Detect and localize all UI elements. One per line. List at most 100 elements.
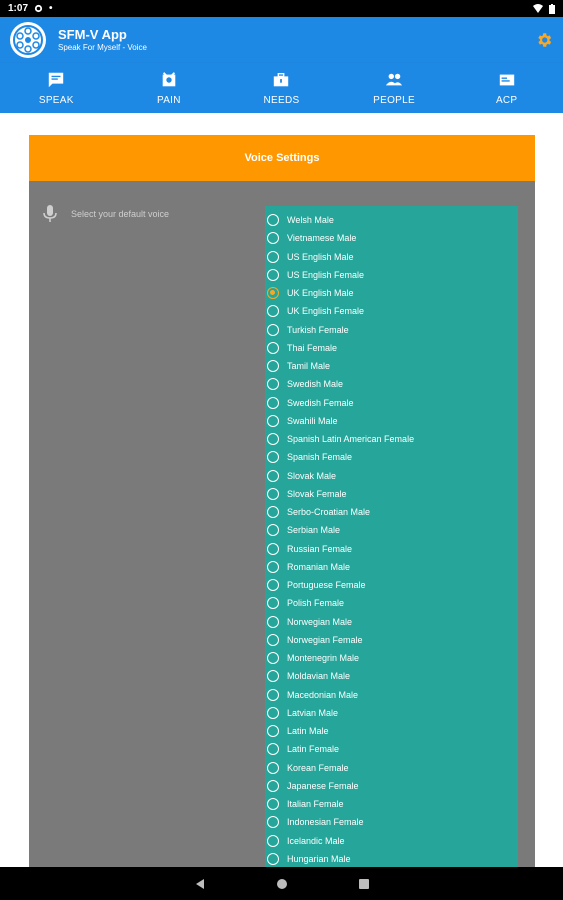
voice-option[interactable]: Swedish Female	[265, 394, 518, 412]
voice-option[interactable]: US English Female	[265, 266, 518, 284]
voice-option-label: Norwegian Female	[287, 634, 363, 645]
radio-button[interactable]	[267, 615, 279, 628]
voice-option-label: Turkish Female	[287, 324, 349, 335]
voice-option[interactable]: US English Male	[265, 248, 518, 266]
pain-icon	[162, 71, 176, 86]
radio-button[interactable]	[267, 560, 279, 573]
radio-button[interactable]	[267, 706, 279, 719]
tab-bar: SPEAK PAIN NEEDS PEOPLE ACP	[0, 63, 563, 113]
voice-option[interactable]: Spanish Latin American Female	[265, 430, 518, 448]
voice-option-label: Swedish Male	[287, 379, 344, 390]
voice-option[interactable]: Spanish Female	[265, 448, 518, 466]
voice-option[interactable]: Moldavian Male	[265, 667, 518, 685]
radio-button[interactable]	[267, 652, 279, 665]
voice-label-row: Select your default voice	[43, 205, 169, 223]
radio-button[interactable]	[267, 798, 279, 811]
radio-button[interactable]	[267, 396, 279, 409]
voice-option[interactable]: Japanese Female	[265, 777, 518, 795]
voice-option[interactable]: UK English Male	[265, 284, 518, 302]
radio-button[interactable]	[267, 214, 279, 227]
tab-pain[interactable]: PAIN	[113, 63, 226, 113]
voice-option[interactable]: Swedish Male	[265, 375, 518, 393]
voice-option-label: Japanese Female	[287, 780, 359, 791]
voice-option[interactable]: Thai Female	[265, 339, 518, 357]
radio-button[interactable]	[267, 597, 279, 610]
voice-option-label: Slovak Male	[287, 470, 337, 481]
voice-option-label: Korean Female	[287, 762, 349, 773]
tab-speak[interactable]: SPEAK	[0, 63, 113, 113]
voice-option[interactable]: Icelandic Male	[265, 832, 518, 850]
voice-option[interactable]: Polish Female	[265, 594, 518, 612]
radio-button[interactable]	[267, 688, 279, 701]
radio-button[interactable]	[267, 670, 279, 683]
radio-button[interactable]	[267, 524, 279, 537]
radio-button[interactable]	[267, 268, 279, 281]
radio-button[interactable]	[267, 323, 279, 336]
voice-option-label: Vietnamese Male	[287, 233, 357, 244]
voice-option[interactable]: Hungarian Male	[265, 850, 518, 867]
voice-option[interactable]: Latin Male	[265, 722, 518, 740]
voice-option[interactable]: Indonesian Female	[265, 813, 518, 831]
tab-acp[interactable]: ACP	[450, 63, 563, 113]
radio-button[interactable]	[267, 506, 279, 519]
voice-option[interactable]: Latin Female	[265, 740, 518, 758]
voice-option-label: US English Female	[287, 269, 365, 280]
radio-button[interactable]	[267, 487, 279, 500]
radio-button[interactable]	[267, 633, 279, 646]
radio-button[interactable]	[267, 743, 279, 756]
radio-button[interactable]	[267, 761, 279, 774]
voice-option-label: Serbo-Croatian Male	[287, 507, 371, 518]
radio-button[interactable]	[267, 305, 279, 318]
radio-button[interactable]	[267, 451, 279, 464]
radio-button[interactable]	[267, 816, 279, 829]
radio-button[interactable]	[267, 725, 279, 738]
voice-option[interactable]: Serbian Male	[265, 521, 518, 539]
radio-button[interactable]	[267, 250, 279, 263]
voice-option[interactable]: Turkish Female	[265, 321, 518, 339]
radio-button[interactable]	[267, 834, 279, 847]
voice-settings-title: Voice Settings	[29, 135, 535, 181]
radio-button[interactable]	[267, 341, 279, 354]
recents-icon[interactable]	[358, 878, 370, 890]
voice-option-label: UK English Female	[287, 306, 365, 317]
back-icon[interactable]	[194, 878, 206, 890]
radio-button[interactable]	[267, 232, 279, 245]
tab-needs[interactable]: NEEDS	[225, 63, 338, 113]
settings-gear-icon[interactable]	[535, 31, 553, 49]
voice-option[interactable]: Norwegian Male	[265, 613, 518, 631]
voice-option[interactable]: Macedonian Male	[265, 686, 518, 704]
voice-option[interactable]: UK English Female	[265, 302, 518, 320]
voice-option[interactable]: Italian Female	[265, 795, 518, 813]
voice-option[interactable]: Swahili Male	[265, 412, 518, 430]
tab-people[interactable]: PEOPLE	[338, 63, 451, 113]
radio-button[interactable]	[267, 779, 279, 792]
voice-option-label: Norwegian Male	[287, 616, 353, 627]
voice-option[interactable]: Serbo-Croatian Male	[265, 503, 518, 521]
radio-button[interactable]	[267, 414, 279, 427]
voice-option[interactable]: Romanian Male	[265, 558, 518, 576]
voice-option[interactable]: Tamil Male	[265, 357, 518, 375]
home-icon[interactable]	[276, 878, 288, 890]
radio-button[interactable]	[267, 579, 279, 592]
voice-option[interactable]: Latvian Male	[265, 704, 518, 722]
voice-option[interactable]: Vietnamese Male	[265, 229, 518, 247]
radio-button[interactable]	[267, 852, 279, 865]
voice-option[interactable]: Slovak Female	[265, 485, 518, 503]
radio-button[interactable]	[267, 360, 279, 373]
voice-option-label: Swahili Male	[287, 415, 338, 426]
voice-option[interactable]: Welsh Male	[265, 211, 518, 229]
wifi-icon	[533, 4, 543, 13]
chat-icon	[49, 72, 64, 87]
voice-option[interactable]: Slovak Male	[265, 467, 518, 485]
radio-button[interactable]	[267, 378, 279, 391]
radio-button[interactable]	[267, 287, 279, 300]
voice-option-label: Serbian Male	[287, 525, 341, 536]
radio-button[interactable]	[267, 469, 279, 482]
voice-option[interactable]: Portuguese Female	[265, 576, 518, 594]
voice-option[interactable]: Norwegian Female	[265, 631, 518, 649]
voice-option[interactable]: Russian Female	[265, 540, 518, 558]
radio-button[interactable]	[267, 542, 279, 555]
voice-option[interactable]: Korean Female	[265, 759, 518, 777]
voice-option[interactable]: Montenegrin Male	[265, 649, 518, 667]
radio-button[interactable]	[267, 433, 279, 446]
